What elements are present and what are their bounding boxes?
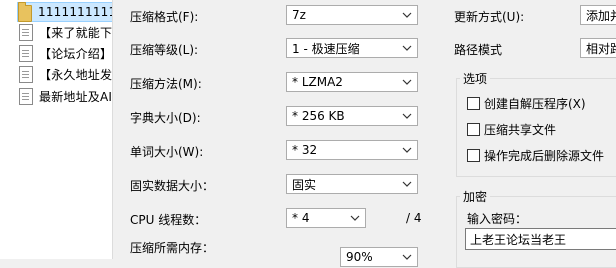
level-select[interactable]: 1 - 极速压缩 bbox=[286, 38, 418, 58]
method-select[interactable]: * LZMA2 bbox=[286, 72, 418, 92]
delete-checkbox[interactable]: 操作完成后删除源文件 bbox=[467, 147, 604, 164]
word-label: 单词大小(W): bbox=[130, 145, 204, 159]
threads-select[interactable]: * 4 bbox=[286, 208, 366, 228]
dict-select[interactable]: * 256 KB bbox=[286, 106, 418, 126]
document-icon bbox=[19, 44, 33, 62]
chevron-down-icon bbox=[350, 215, 360, 221]
chevron-down-icon bbox=[402, 45, 412, 51]
word-select[interactable]: * 32 bbox=[286, 140, 418, 160]
path-select[interactable]: 相对路 bbox=[580, 38, 616, 58]
checkbox-icon bbox=[467, 149, 480, 162]
sfx-checkbox[interactable]: 创建自解压程序(X) bbox=[467, 95, 586, 112]
document-icon bbox=[19, 87, 33, 105]
list-item[interactable]: 【论坛介绍】 bbox=[19, 43, 112, 63]
solid-label: 固实数据大小： bbox=[130, 179, 215, 193]
chevron-down-icon bbox=[402, 113, 412, 119]
threads-total: / 4 bbox=[406, 211, 422, 225]
memory-label: 压缩所需内存： bbox=[130, 241, 215, 255]
memory-select[interactable]: 90% bbox=[340, 247, 418, 267]
chevron-down-icon bbox=[402, 254, 412, 260]
dict-label: 字典大小(D): bbox=[130, 111, 201, 125]
list-item[interactable]: 【永久地址发 bbox=[19, 64, 112, 84]
list-item[interactable]: 【来了就能下 bbox=[19, 22, 112, 42]
chevron-down-icon bbox=[402, 12, 412, 18]
checkbox-icon bbox=[467, 123, 480, 136]
update-label: 更新方式(U): bbox=[454, 10, 525, 24]
encrypt-title: 加密 bbox=[460, 188, 491, 205]
file-list[interactable]: 1111111111 【来了就能下 【论坛介绍】 【永久地址发 最新地址及AI bbox=[0, 0, 112, 259]
format-select[interactable]: 7z bbox=[286, 5, 418, 25]
options-title: 选项 bbox=[460, 70, 491, 87]
document-icon bbox=[19, 65, 33, 83]
chevron-down-icon bbox=[402, 79, 412, 85]
path-label: 路径模式 bbox=[454, 43, 503, 57]
update-select[interactable]: 添加并 bbox=[580, 5, 616, 25]
shared-checkbox[interactable]: 压缩共享文件 bbox=[467, 121, 556, 138]
format-label: 压缩格式(F): bbox=[130, 10, 199, 24]
solid-select[interactable]: 固实 bbox=[286, 174, 418, 194]
list-item[interactable]: 最新地址及AI bbox=[19, 86, 112, 106]
panel-divider bbox=[112, 0, 113, 259]
document-icon bbox=[19, 23, 33, 41]
list-item[interactable]: 1111111111 bbox=[17, 1, 112, 22]
method-label: 压缩方法(M): bbox=[130, 77, 202, 91]
password-input[interactable]: 上老王论坛当老王 bbox=[465, 228, 616, 250]
chevron-down-icon bbox=[402, 181, 412, 187]
password-label: 输入密码： bbox=[467, 212, 528, 226]
threads-label: CPU 线程数： bbox=[130, 213, 207, 227]
checkbox-icon bbox=[467, 97, 480, 110]
chevron-down-icon bbox=[402, 147, 412, 153]
folder-icon bbox=[18, 1, 32, 22]
level-label: 压缩等级(L): bbox=[130, 43, 199, 57]
